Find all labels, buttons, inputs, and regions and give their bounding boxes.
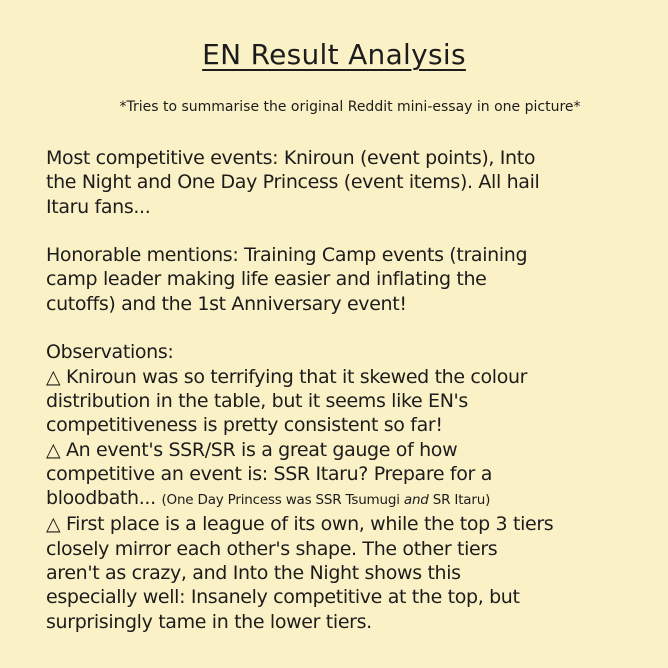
competitive-events-paragraph: Most competitive events: Kniroun (event … xyxy=(46,146,646,219)
text-line: camp leader making life easier and infla… xyxy=(46,268,487,291)
honorable-mentions-paragraph: Honorable mentions: Training Camp events… xyxy=(46,243,646,316)
observation-line: △ Kniroun was so terrifying that it skew… xyxy=(46,365,528,388)
observation-line: surprisingly tame in the lower tiers. xyxy=(46,610,372,633)
subtitle: *Tries to summarise the original Reddit … xyxy=(119,99,581,115)
text-line: Honorable mentions: Training Camp events… xyxy=(46,244,528,267)
observation-line: competitive an event is: SSR Itaru? Prep… xyxy=(46,462,492,485)
text-line: Most competitive events: Kniroun (event … xyxy=(46,147,536,169)
observation-line: △ First place is a league of its own, wh… xyxy=(46,513,554,536)
observation-line: especially well: Insanely competitive at… xyxy=(46,586,520,609)
text-line: the Night and One Day Princess (event it… xyxy=(46,171,540,194)
observation-line: competitiveness is pretty consistent so … xyxy=(46,414,443,437)
note-emphasis: and xyxy=(403,492,429,509)
text-line: cutoffs) and the 1st Anniversary event! xyxy=(46,292,407,315)
observation-line: distribution in the table, but it seems … xyxy=(46,389,468,412)
observations-section: Observations: △ Kniroun was so terrifyin… xyxy=(46,340,646,634)
observation-line: bloodbath... (One Day Princess was SSR T… xyxy=(46,486,646,512)
observation-line: aren't as crazy, and Into the Night show… xyxy=(46,562,461,585)
observation-line: △ An event's SSR/SR is a great gauge of … xyxy=(46,438,458,461)
body-text: Most competitive events: Kniroun (event … xyxy=(46,146,646,634)
observation-note: (One Day Princess was SSR Tsumugi and SR… xyxy=(161,492,490,508)
note-text: SR Itaru) xyxy=(428,492,491,509)
observation-text: bloodbath... xyxy=(46,487,162,510)
observation-line: closely mirror each other's shape. The o… xyxy=(46,537,498,560)
page: EN Result Analysis *Tries to summarise t… xyxy=(0,0,668,668)
observations-heading: Observations: xyxy=(46,341,174,364)
page-title: EN Result Analysis xyxy=(202,38,466,71)
text-line: Itaru fans... xyxy=(46,195,151,218)
note-text: (One Day Princess was SSR Tsumugi xyxy=(161,492,404,509)
